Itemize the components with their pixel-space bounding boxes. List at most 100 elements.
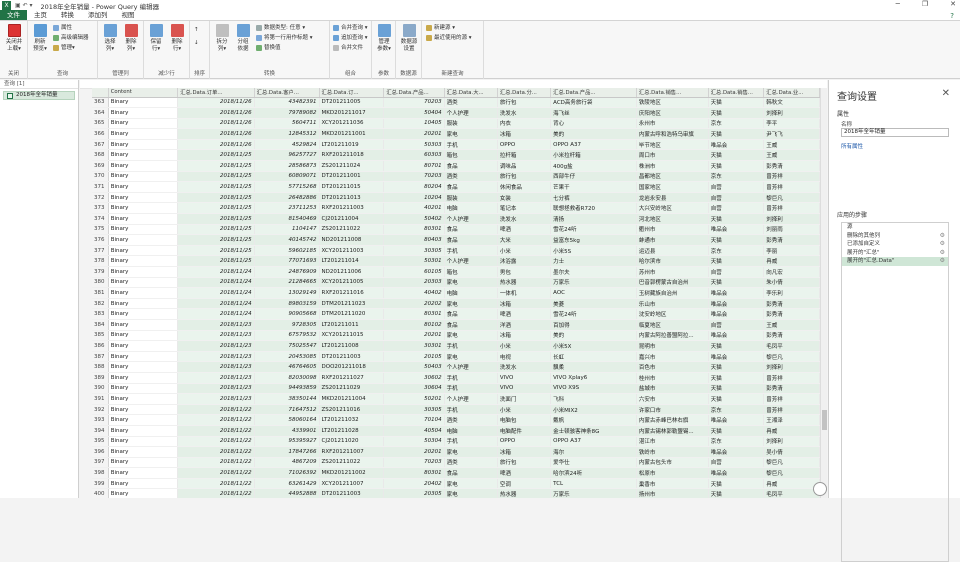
table-row[interactable]: 370 Binary 2018/11/25 60809071 DT201211001 70… (92, 171, 820, 183)
table-cell[interactable]: 90905668 (254, 308, 320, 320)
table-cell[interactable]: 万家乐 (550, 277, 637, 289)
row-number[interactable]: 367 (92, 139, 109, 151)
table-cell[interactable]: 海尔 (550, 446, 637, 458)
table-cell[interactable]: ZS201211022 (319, 457, 385, 469)
table-cell[interactable]: 联想拯救者R720 (550, 202, 637, 215)
table-cell[interactable]: 小米 (497, 404, 552, 416)
column-header[interactable]: 汇总.Data.销售... (708, 88, 765, 98)
table-cell[interactable]: 60303 (383, 149, 445, 162)
table-cell[interactable]: 食品 (444, 308, 498, 320)
row-number[interactable]: 376 (92, 234, 109, 246)
table-cell[interactable]: 50404 (383, 107, 445, 119)
table-cell[interactable]: 啤酒 (497, 467, 552, 479)
table-cell[interactable]: 2018/11/22 (177, 446, 255, 458)
table-cell[interactable]: 湛江市 (636, 436, 709, 448)
use-first-row-headers-button[interactable]: 将第一行用作标题 ▾ (256, 34, 313, 42)
table-cell[interactable]: Binary (108, 213, 179, 225)
table-cell[interactable]: 扬州市 (636, 488, 709, 498)
table-cell[interactable]: Binary (108, 171, 179, 183)
table-cell[interactable]: Binary (108, 488, 179, 498)
table-row[interactable]: 393 Binary 2018/11/22 58060164 LT201211032 70… (92, 414, 820, 426)
table-row[interactable]: 384 Binary 2018/11/23 9728305 LT201211011 801… (92, 319, 820, 331)
column-header[interactable]: 汇总.Data.客户... (254, 88, 320, 98)
table-cell[interactable]: 2018/11/23 (177, 361, 255, 373)
all-properties-link[interactable]: 所有属性 (841, 142, 863, 150)
table-cell[interactable]: Binary (108, 319, 179, 331)
table-cell[interactable]: 向凡宏 (763, 266, 820, 278)
data-source-settings-button[interactable]: 数据源 设置 (399, 24, 419, 52)
table-cell[interactable]: RXF201211018 (319, 149, 385, 162)
table-cell[interactable]: 周口市 (636, 149, 709, 162)
help-icon[interactable]: ? (950, 12, 954, 20)
table-cell[interactable]: 力士 (550, 255, 637, 267)
applied-step[interactable]: 展开的"汇总.Data" ⚙ (842, 257, 948, 266)
table-cell[interactable]: 旅行包 (497, 97, 552, 109)
table-cell[interactable]: 临夏地区 (636, 319, 709, 331)
table-cell[interactable]: 2018/11/22 (177, 467, 255, 479)
table-cell[interactable]: 天猫 (708, 372, 765, 384)
table-cell[interactable]: 2018/11/25 (177, 255, 255, 267)
table-cell[interactable]: 大米 (497, 234, 552, 246)
table-cell[interactable]: 20303 (383, 277, 445, 289)
gear-icon[interactable]: ⚙ (940, 257, 945, 266)
table-cell[interactable]: Binary (108, 340, 179, 352)
table-cell[interactable]: 京东 (708, 171, 765, 183)
minimize-icon[interactable]: ─ (896, 0, 900, 8)
table-cell[interactable]: 李丽 (763, 245, 820, 257)
table-cell[interactable]: 95395927 (254, 436, 320, 448)
table-cell[interactable]: 40201 (383, 202, 445, 215)
table-cell[interactable]: 芒果干 (550, 181, 637, 193)
table-row[interactable]: 398 Binary 2018/11/22 71026392 MKD201211002 8… (92, 467, 820, 479)
table-cell[interactable]: 2018/11/25 (177, 202, 255, 215)
table-cell[interactable]: 酒类 (444, 171, 498, 183)
table-cell[interactable]: 58060164 (254, 414, 320, 426)
table-cell[interactable]: 44952888 (254, 488, 320, 498)
table-cell[interactable]: 21284665 (254, 277, 320, 289)
table-cell[interactable]: 金士顿骇客神条8G (550, 425, 637, 437)
table-cell[interactable]: 80301 (383, 224, 445, 236)
row-number[interactable]: 398 (92, 467, 109, 479)
gear-icon[interactable]: ⚙ (940, 240, 945, 249)
recent-sources-button[interactable]: 最近使用的源 ▾ (426, 34, 472, 42)
table-cell[interactable]: 2018/11/23 (177, 372, 255, 384)
table-cell[interactable]: Binary (108, 245, 179, 257)
row-number[interactable]: 374 (92, 213, 109, 225)
tab-home[interactable]: 主页 (27, 10, 54, 20)
table-cell[interactable]: 巴音郭楞蒙古自治州 (636, 277, 709, 289)
table-cell[interactable]: 80301 (383, 467, 445, 479)
table-cell[interactable]: 2018/11/22 (177, 478, 255, 490)
table-cell[interactable]: Binary (108, 128, 179, 140)
table-row[interactable]: 389 Binary 2018/11/23 82030098 RXF201211027 3… (92, 372, 820, 384)
table-cell[interactable]: 2018/11/26 (177, 107, 255, 119)
table-cell[interactable]: 拉杆箱 (497, 149, 552, 162)
table-cell[interactable]: 箱包 (444, 149, 498, 162)
tab-file[interactable]: 文件 (0, 10, 27, 20)
row-number[interactable]: 395 (92, 436, 109, 448)
manage-parameters-button[interactable]: 管理 参数▾ (374, 24, 394, 52)
column-header[interactable]: 汇总.Data.订单... (177, 88, 255, 98)
table-cell[interactable]: 家电 (444, 128, 498, 140)
table-row[interactable]: 397 Binary 2018/11/22 4867209 ZS201211022 702… (92, 457, 820, 469)
table-cell[interactable]: 2018/11/22 (177, 488, 255, 498)
table-cell[interactable]: TCL (550, 478, 637, 490)
table-cell[interactable]: 手机 (444, 383, 498, 395)
table-cell[interactable]: 笔记本 (497, 202, 552, 215)
table-cell[interactable]: OPPO (497, 436, 552, 448)
table-cell[interactable]: 京东 (708, 436, 765, 448)
table-cell[interactable]: 89803159 (254, 298, 320, 310)
table-row[interactable]: 368 Binary 2018/11/25 96257727 RXF201211018 6… (92, 149, 820, 162)
table-cell[interactable]: 国家地区 (636, 181, 709, 193)
tab-view[interactable]: 视图 (115, 10, 142, 20)
table-cell[interactable]: 内蒙古锡林郭勒盟锡... (636, 425, 709, 437)
table-cell[interactable]: 17847266 (254, 446, 320, 458)
table-cell[interactable]: 天猫 (708, 478, 765, 490)
row-number[interactable]: 386 (92, 340, 109, 352)
table-cell[interactable]: 40402 (383, 287, 445, 299)
table-cell[interactable]: 唯品会 (708, 139, 765, 151)
table-cell[interactable]: 43482391 (254, 97, 320, 109)
table-cell[interactable]: XCY201211015 (319, 330, 385, 342)
table-cell[interactable]: 自营 (708, 266, 765, 278)
column-header[interactable]: 汇总.Data.产品... (550, 88, 637, 98)
table-cell[interactable]: Binary (108, 234, 179, 246)
table-row[interactable]: 374 Binary 2018/11/25 81540469 CJ201211004 50… (92, 213, 820, 225)
